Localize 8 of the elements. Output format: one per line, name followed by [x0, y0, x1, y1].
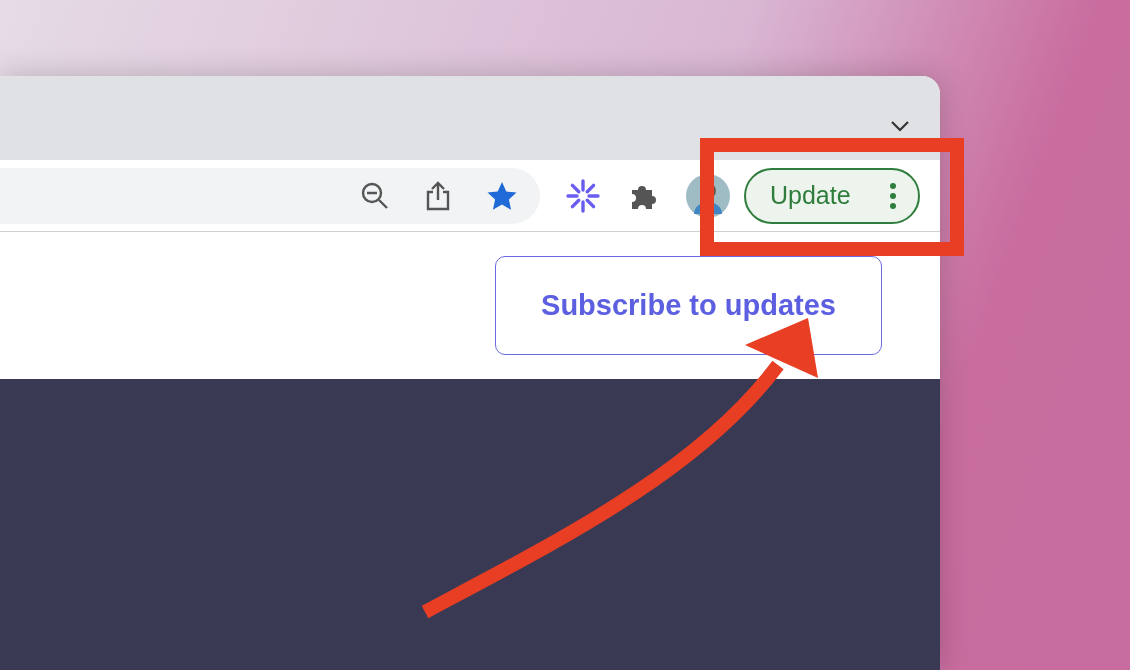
zoom-out-icon[interactable]	[360, 180, 390, 211]
share-icon[interactable]	[425, 180, 451, 211]
star-icon[interactable]	[486, 180, 518, 211]
chevron-down-icon[interactable]	[890, 120, 910, 132]
update-button[interactable]: Update	[744, 167, 920, 224]
avatar-icon[interactable]	[686, 173, 730, 218]
more-icon[interactable]	[890, 182, 896, 209]
asterisk-icon[interactable]	[566, 178, 600, 213]
